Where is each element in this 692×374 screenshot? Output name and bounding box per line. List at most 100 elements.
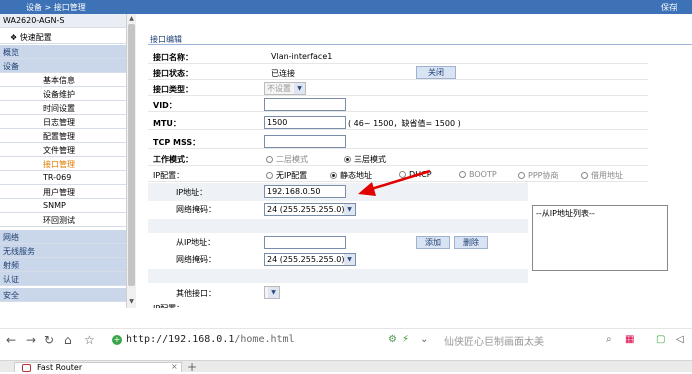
radio-no-ip[interactable]: 无IP配置 [266, 170, 307, 181]
sidebar: WA2620-AGN-S ❖ 快速配置 概览 设备 基本信息 设备维护 时间设置… [0, 14, 140, 308]
sidebar-item-snmp[interactable]: SNMP [0, 199, 126, 213]
netmask2-select[interactable]: 24 (255.255.255.0) ▼ [264, 253, 356, 266]
secondary-list-title: --从IP地址列表-- [536, 209, 595, 218]
sidebar-item-files[interactable]: 文件管理 [0, 143, 126, 157]
browser-tab[interactable]: Fast Router × [14, 362, 182, 372]
mtu-input[interactable]: 1500 [264, 116, 346, 129]
row-mtu: MTU： 1500 ( 46~ 1500，缺省值= 1500 ) [148, 115, 648, 130]
home-icon[interactable]: ⌂ [64, 333, 72, 347]
row-type: 接口类型： 不设置 ▼ [148, 81, 648, 96]
radio-bootp[interactable]: BOOTP [459, 170, 497, 179]
speaker-icon[interactable]: ◁ [676, 334, 684, 345]
router-favicon-icon [22, 364, 31, 372]
search-input[interactable]: 仙侠匠心巨制画面太美 [444, 333, 614, 348]
reload-icon[interactable]: ↻ [44, 333, 54, 347]
sidebar-item-interface[interactable]: 接口管理 [0, 157, 126, 171]
radio-l2-mode[interactable]: 二层模式 [266, 154, 308, 165]
chevron-down-icon: ▼ [294, 83, 305, 94]
window-icon[interactable]: ▢ [656, 334, 665, 345]
row-name: 接口名称： Vlan-interface1 [148, 49, 648, 64]
lightning-icon[interactable]: ⚡ [402, 334, 409, 345]
breadcrumb: 设备 > 接口管理 [26, 3, 86, 12]
other-iface-select[interactable]: ▼ [264, 286, 280, 299]
secure-shield-icon: + [112, 335, 122, 345]
radio-ppp[interactable]: PPP协商 [518, 170, 558, 181]
apps-icon[interactable]: ▦ [625, 334, 634, 345]
label-type: 接口类型： [153, 85, 193, 94]
sidebar-item-quick-config[interactable]: ❖ 快速配置 [0, 30, 126, 44]
sidebar-category-overview[interactable]: 概览 [0, 45, 126, 59]
netmask-row: 网络掩码： 24 (255.255.255.0) ▼ [148, 201, 528, 219]
netmask-select[interactable]: 24 (255.255.255.0) ▼ [264, 203, 356, 216]
close-button[interactable]: 关闭 [416, 66, 456, 79]
sidebar-item-time[interactable]: 时间设置 [0, 101, 126, 115]
sidebar-item-users[interactable]: 用户管理 [0, 185, 126, 199]
row-tcp-mss: TCP MSS： [148, 134, 648, 149]
sidebar-category-radio[interactable]: 射频 [0, 258, 126, 272]
scroll-down-icon[interactable]: ▼ [128, 298, 135, 306]
device-model: WA2620-AGN-S [0, 14, 126, 28]
radio-l3-mode[interactable]: 三层模式 [344, 154, 386, 165]
gap [0, 308, 692, 328]
type-select[interactable]: 不设置 ▼ [264, 82, 306, 95]
save-link[interactable]: 保存 [661, 2, 677, 13]
chevron-down-icon: ▼ [268, 287, 279, 298]
red-arrow-annotation [358, 169, 431, 196]
label-state: 接口状态： [153, 69, 193, 78]
bookmark-star-icon[interactable]: ☆ [84, 333, 95, 347]
divider [148, 44, 692, 45]
sidebar-item-log[interactable]: 日志管理 [0, 115, 126, 129]
label-other-iface: 其他接口： [176, 289, 216, 298]
row-work-mode: 工作模式： 二层模式 三层模式 [148, 151, 648, 166]
label-netmask: 网络掩码： [176, 205, 216, 214]
search-icon[interactable]: ⌕ [606, 334, 612, 345]
ip-addr-row: IP地址： 192.168.0.50 [148, 183, 528, 201]
add-button[interactable]: 添加 [416, 236, 450, 249]
chevron-down-icon: ▼ [344, 254, 355, 265]
spacer-row [148, 269, 528, 283]
sidebar-category-network[interactable]: 网络 [0, 230, 126, 244]
label-tcp-mss: TCP MSS： [153, 138, 201, 147]
ip-addr-input[interactable]: 192.168.0.50 [264, 185, 346, 198]
scroll-thumb[interactable] [128, 24, 135, 286]
vid-input[interactable] [264, 98, 346, 111]
secondary-ip-list[interactable]: --从IP地址列表-- [532, 205, 668, 271]
forward-icon[interactable]: → [26, 333, 36, 347]
sidebar-item-basic-info[interactable]: 基本信息 [0, 73, 126, 87]
divider [676, 3, 677, 11]
value-name: Vlan-interface1 [271, 52, 333, 61]
gear-icon[interactable]: ⚙ [388, 334, 397, 345]
label-ip-addr: IP地址： [176, 188, 208, 197]
close-tab-icon[interactable]: × [171, 362, 178, 371]
scroll-up-icon[interactable]: ▲ [128, 15, 135, 23]
sidebar-category-security[interactable]: 安全 [0, 288, 126, 302]
label-work-mode: 工作模式： [153, 155, 193, 164]
diamond-icon: ❖ [10, 33, 18, 42]
sidebar-category-wireless[interactable]: 无线服务 [0, 244, 126, 258]
sidebar-item-maintenance[interactable]: 设备维护 [0, 87, 126, 101]
delete-button[interactable]: 删除 [454, 236, 488, 249]
label-netmask2: 网络掩码： [176, 255, 216, 264]
netmask2-row: 网络掩码： 24 (255.255.255.0) ▼ [148, 251, 528, 269]
row-state: 接口状态： 已连接 关闭 [148, 65, 648, 80]
sidebar-scrollbar[interactable]: ▲ ▼ [126, 14, 136, 308]
top-bar: 设备 > 接口管理 保存 [0, 0, 692, 14]
tcp-mss-input[interactable] [264, 135, 346, 148]
sidebar-item-config[interactable]: 配置管理 [0, 129, 126, 143]
sidebar-category-auth[interactable]: 认证 [0, 272, 126, 286]
radio-borrow[interactable]: 借用地址 [581, 170, 623, 181]
chevron-down-icon[interactable]: ⌄ [420, 334, 428, 345]
sidebar-item-tr069[interactable]: TR-069 [0, 171, 126, 185]
mtu-hint: ( 46~ 1500，缺省值= 1500 ) [348, 119, 461, 128]
label-mtu: MTU： [153, 119, 181, 128]
spacer-row [148, 219, 528, 233]
other-iface-row: 其他接口： ▼ [148, 285, 528, 301]
secondary-ip-input[interactable] [264, 236, 346, 249]
sidebar-category-device[interactable]: 设备 [0, 59, 126, 73]
address-bar[interactable]: http://192.168.0.1/home.html [126, 334, 295, 345]
sidebar-item-loopback[interactable]: 环回测试 [0, 213, 126, 227]
back-icon[interactable]: ← [6, 333, 16, 347]
label-secondary-ip: 从IP地址： [176, 238, 216, 247]
label-vid: VID： [153, 101, 177, 110]
label-name: 接口名称： [153, 53, 193, 62]
